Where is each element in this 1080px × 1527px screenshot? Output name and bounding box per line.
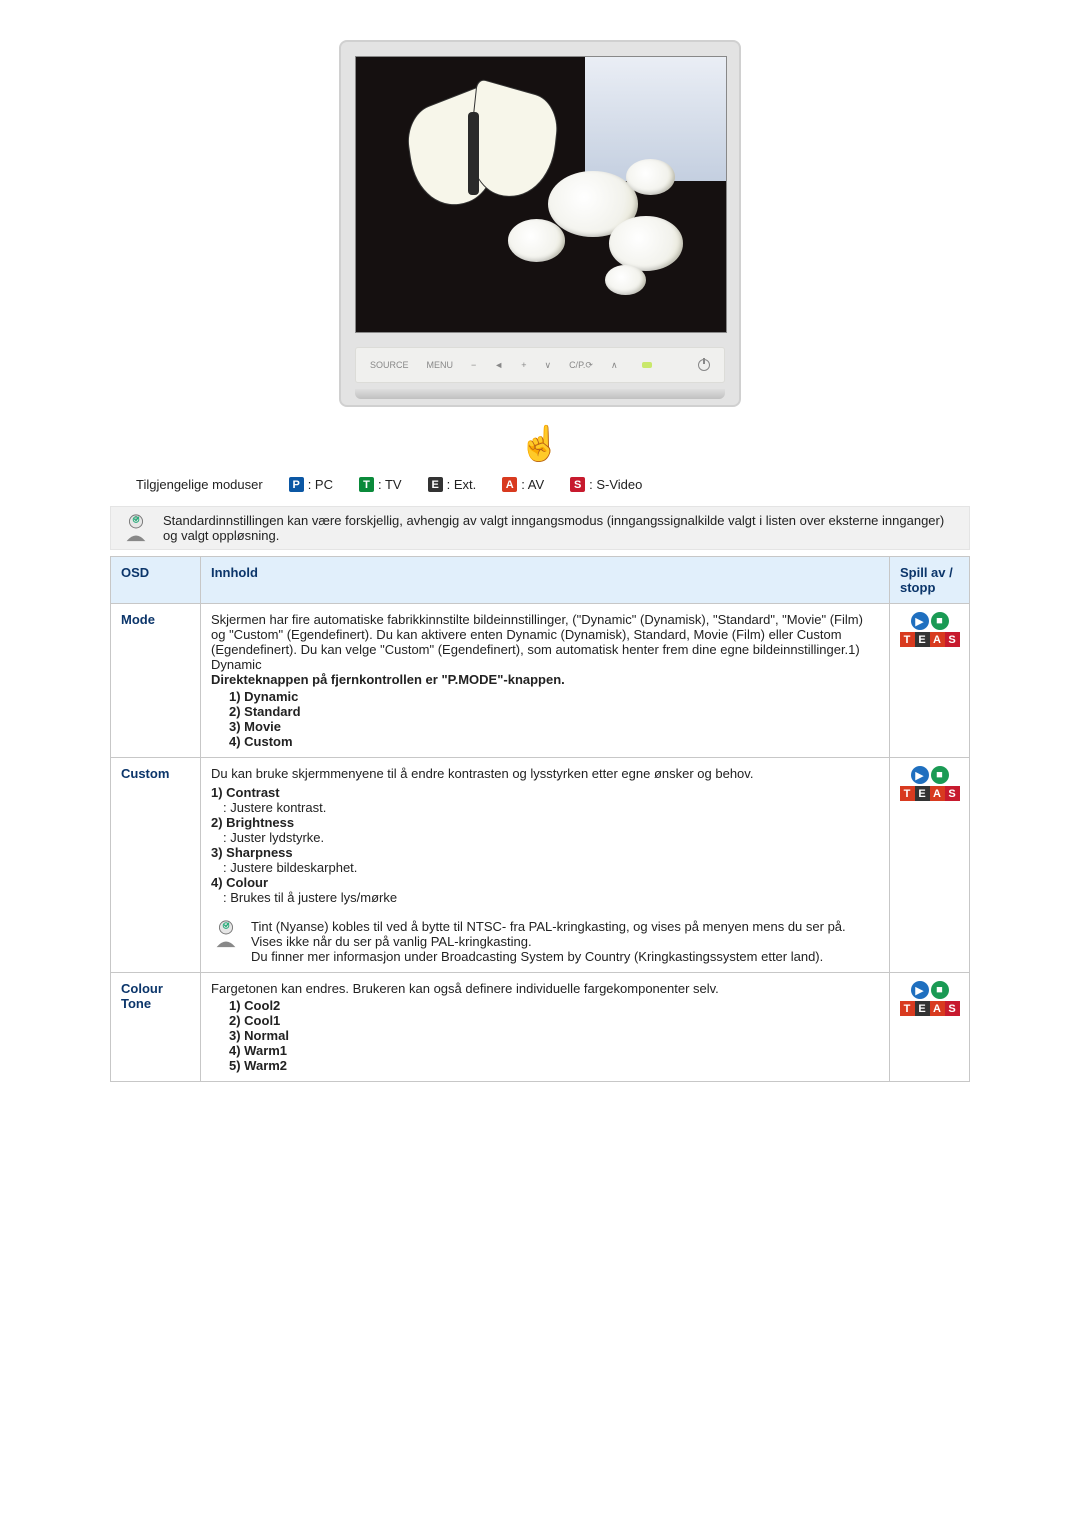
vol-icon: ◄ xyxy=(494,360,503,370)
menu-button: MENU xyxy=(427,360,454,370)
info-tip: Standardinnstillingen kan være forskjell… xyxy=(110,506,970,550)
osd-table: OSD Innhold Spill av / stopp Mode Skjerm… xyxy=(110,556,970,1082)
monitor-screen xyxy=(355,56,727,333)
play-stop-custom: ▶■ TEAS xyxy=(890,758,970,973)
stop-icon: ■ xyxy=(931,981,949,999)
butterfly-icon xyxy=(400,85,578,236)
mode-ext: E: Ext. xyxy=(428,477,477,492)
teas-badge: TEAS xyxy=(900,786,960,801)
teas-badge: TEAS xyxy=(900,632,960,647)
tip-text: Standardinnstillingen kan være forskjell… xyxy=(163,513,959,543)
tip-icon xyxy=(211,919,241,949)
mode-tv: T: TV xyxy=(359,477,402,492)
osd-colour-tone: Colour Tone xyxy=(111,973,201,1082)
mode-av: A: AV xyxy=(502,477,544,492)
play-icon: ▶ xyxy=(911,612,929,630)
play-stop-mode: ▶■ TEAS xyxy=(890,604,970,758)
content-mode: Skjermen har fire automatiske fabrikkinn… xyxy=(201,604,890,758)
manual-page: SOURCE MENU − ◄ + ∨ C/P.⟳ ∧ ☝ Tilgjengel… xyxy=(110,40,970,1082)
up-button: ∧ xyxy=(611,360,618,371)
play-icon: ▶ xyxy=(911,981,929,999)
cp-button: C/P.⟳ xyxy=(569,360,593,371)
modes-label: Tilgjengelige moduser xyxy=(136,477,263,492)
osd-mode: Mode xyxy=(111,604,201,758)
inner-tip-text: Tint (Nyanse) kobles til ved å bytte til… xyxy=(251,919,879,964)
power-icon xyxy=(698,359,710,371)
stop-icon: ■ xyxy=(931,612,949,630)
plus-button: + xyxy=(521,360,526,370)
row-colour-tone: Colour Tone Fargetonen kan endres. Bruke… xyxy=(111,973,970,1082)
play-stop-ctone: ▶■ TEAS xyxy=(890,973,970,1082)
col-osd: OSD xyxy=(111,557,201,604)
source-button: SOURCE xyxy=(370,360,409,370)
col-spill: Spill av / stopp xyxy=(890,557,970,604)
mode-pc: P: PC xyxy=(289,477,333,492)
down-button: ∨ xyxy=(544,360,551,371)
osd-custom: Custom xyxy=(111,758,201,973)
stop-icon: ■ xyxy=(931,766,949,784)
monitor-illustration: SOURCE MENU − ◄ + ∨ C/P.⟳ ∧ xyxy=(110,40,970,407)
teas-badge: TEAS xyxy=(900,1001,960,1016)
power-led xyxy=(642,362,652,368)
hand-pointer-icon: ☝ xyxy=(519,427,561,461)
play-icon: ▶ xyxy=(911,766,929,784)
mode-svideo: S: S-Video xyxy=(570,477,642,492)
row-mode: Mode Skjermen har fire automatiske fabri… xyxy=(111,604,970,758)
tip-icon xyxy=(121,513,151,543)
row-custom: Custom Du kan bruke skjermmenyene til å … xyxy=(111,758,970,973)
content-custom: Du kan bruke skjermmenyene til å endre k… xyxy=(201,758,890,973)
minus-button: − xyxy=(471,360,476,370)
inner-tip: Tint (Nyanse) kobles til ved å bytte til… xyxy=(211,919,879,964)
available-modes-legend: Tilgjengelige moduser P: PC T: TV E: Ext… xyxy=(136,477,970,492)
content-colour-tone: Fargetonen kan endres. Brukeren kan også… xyxy=(201,973,890,1082)
monitor-button-bar: SOURCE MENU − ◄ + ∨ C/P.⟳ ∧ xyxy=(355,347,725,383)
col-innhold: Innhold xyxy=(201,557,890,604)
monitor-bezel: SOURCE MENU − ◄ + ∨ C/P.⟳ ∧ xyxy=(339,40,741,407)
